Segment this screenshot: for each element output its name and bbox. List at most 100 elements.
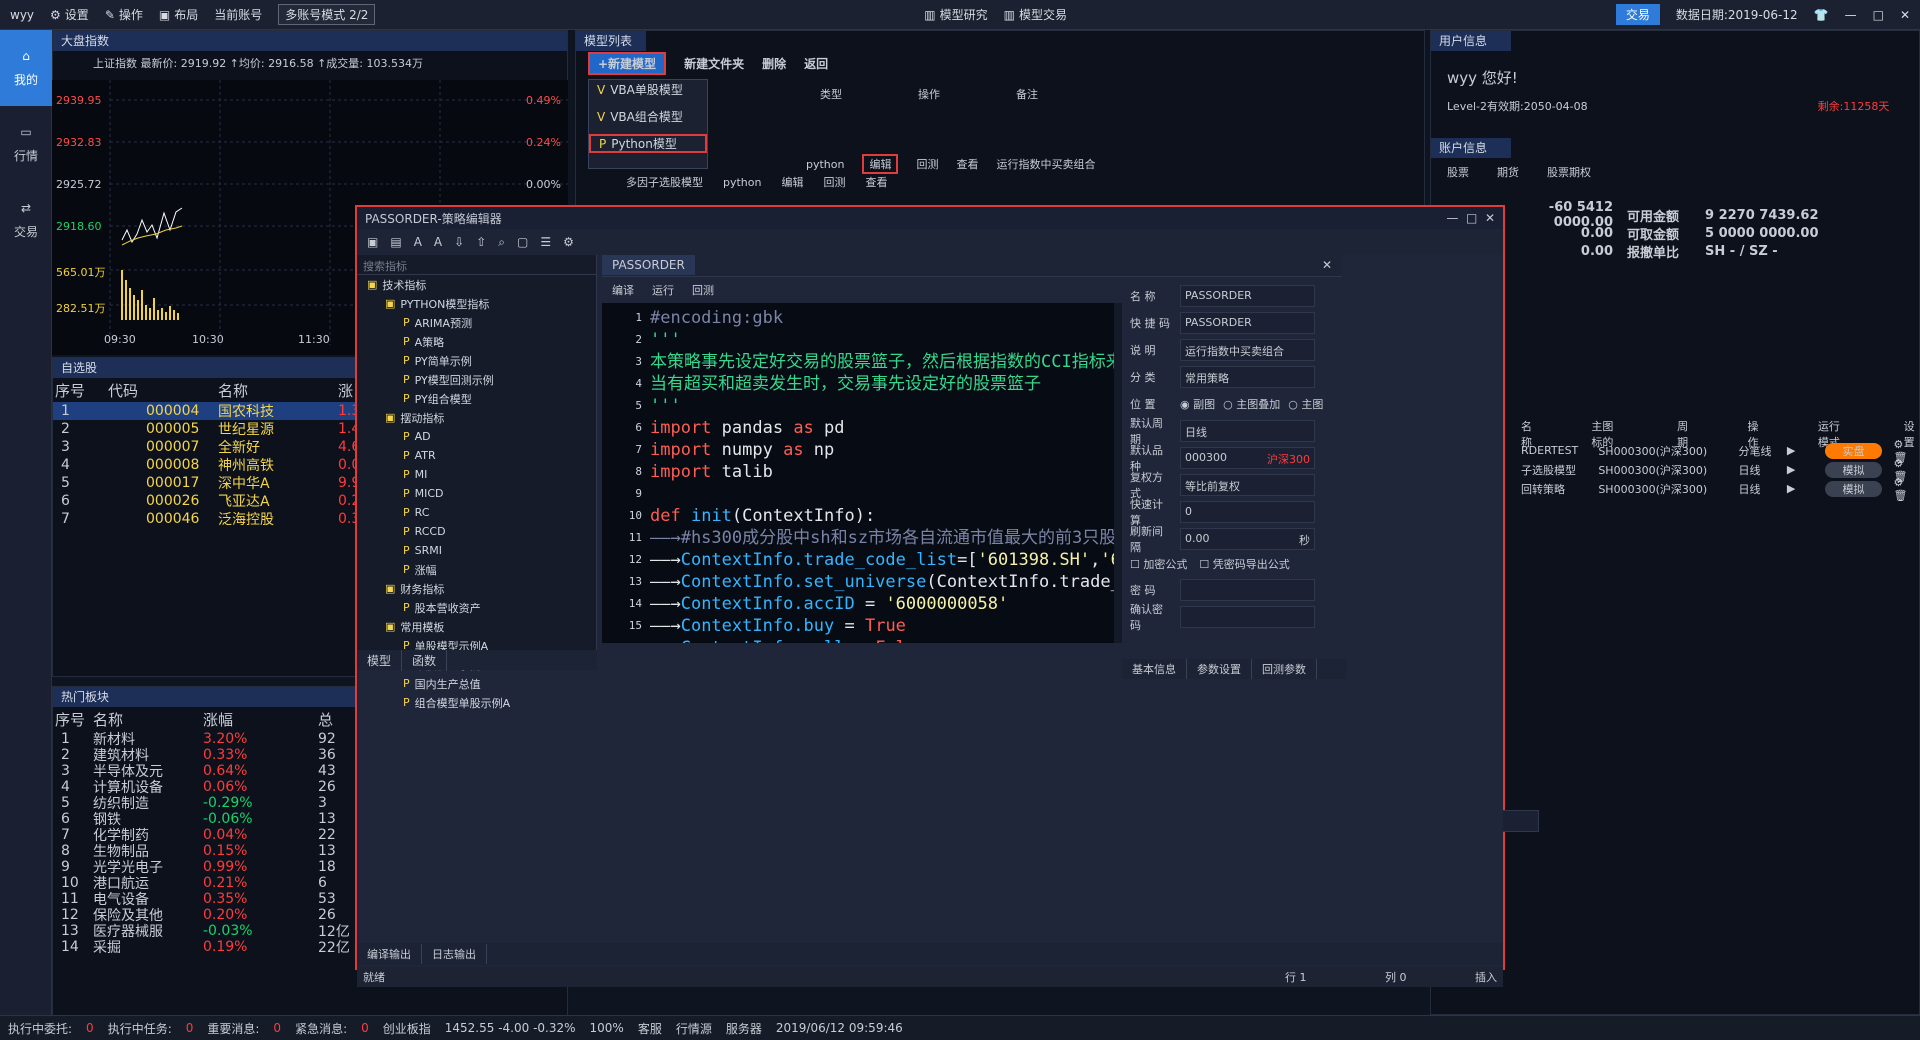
tree-item[interactable]: P MICD <box>357 484 596 503</box>
minimize-icon[interactable]: — <box>1446 211 1458 225</box>
nav-market[interactable]: ▭ 行情 <box>0 106 52 182</box>
svg-text:09:30: 09:30 <box>104 333 136 346</box>
operation-menu[interactable]: ✎ 操作 <box>105 6 143 23</box>
p-icon: P <box>403 335 410 348</box>
backtest-link[interactable]: 回测 <box>916 156 938 172</box>
maximize-icon[interactable]: □ <box>1466 211 1477 225</box>
maximize-icon[interactable]: □ <box>1873 8 1884 22</box>
trade-button[interactable]: 交易 <box>1615 4 1660 25</box>
tree-item[interactable]: P PY简单示例 <box>357 351 596 370</box>
close-icon[interactable]: ✕ <box>1900 8 1910 22</box>
prop-field[interactable]: 等比前复权 <box>1180 473 1315 496</box>
compile-button[interactable]: 编译 <box>612 282 634 298</box>
tree-item[interactable]: P A策略 <box>357 332 596 351</box>
prop-field[interactable]: 常用策略 <box>1180 365 1315 388</box>
settings-menu[interactable]: ⚙ 设置 <box>50 6 89 23</box>
model-list-title: 模型列表 <box>576 31 646 51</box>
model-trading-tab[interactable]: ▥ 模型交易 <box>1004 6 1067 23</box>
current-account-label: 当前账号 <box>214 8 263 22</box>
import-icon[interactable]: ⇩ <box>454 235 464 249</box>
edit-button-highlighted[interactable]: 编辑 <box>862 154 899 174</box>
shirt-icon[interactable]: 👕 <box>1814 8 1829 22</box>
status-bar: 执行中委托: 0 执行中任务: 0 重要消息: 0 紧急消息: 0 创业板指 1452.55 -4… <box>0 1015 1920 1040</box>
tree-item[interactable]: P SRMI <box>357 541 596 560</box>
vba-group-model-item[interactable]: V VBA组合模型 <box>589 107 707 126</box>
close-icon[interactable]: ✕ <box>1485 211 1495 225</box>
left-navigation: ⌂ 我的 ▭ 行情 ⇄ 交易 <box>0 30 52 1015</box>
backtest-button[interactable]: 回测 <box>692 282 714 298</box>
p-icon: P <box>403 487 410 500</box>
market-title: 大盘指数 <box>53 31 567 51</box>
user-info-title: 用户信息 <box>1431 31 1511 51</box>
prop-field[interactable]: PASSORDER <box>1180 284 1315 307</box>
p-icon: P <box>403 449 410 462</box>
svg-text:0.24%: 0.24% <box>526 136 561 149</box>
tree-item[interactable]: P 国内生产总值 <box>357 674 596 693</box>
gear-icon[interactable]: ⚙ <box>563 235 574 249</box>
prop-field[interactable]: 000300 沪深300 <box>1180 446 1315 469</box>
svg-text:2932.83: 2932.83 <box>56 136 102 149</box>
python-model-item[interactable]: P Python模型 <box>589 134 707 153</box>
new-folder-button[interactable]: 新建文件夹 <box>684 55 744 72</box>
svg-text:10:30: 10:30 <box>192 333 224 346</box>
list-icon[interactable]: ☰ <box>540 235 551 249</box>
svg-text:0.49%: 0.49% <box>526 94 561 107</box>
prop-field[interactable]: 0.00 秒 <box>1180 527 1315 550</box>
save-all-icon[interactable]: ▤ <box>390 235 401 249</box>
p-icon: P <box>403 601 410 614</box>
tree-item[interactable]: P 涨幅 <box>357 560 596 579</box>
tree-item[interactable]: P RCCD <box>357 522 596 541</box>
search-input[interactable]: 搜索指标 <box>357 255 596 275</box>
tree-item[interactable]: ▣ PYTHON模型指标 <box>357 294 596 313</box>
delete-button[interactable]: 删除 <box>762 55 786 72</box>
svg-text:0.00%: 0.00% <box>526 178 561 191</box>
p-icon: P <box>403 392 410 405</box>
tree-item[interactable]: P MI <box>357 465 596 484</box>
tree-item[interactable]: P 股本营收资产 <box>357 598 596 617</box>
greeting: wyy 您好! <box>1447 69 1518 87</box>
p-icon: P <box>403 354 410 367</box>
nav-home[interactable]: ⌂ 我的 <box>0 30 52 106</box>
svg-text:2918.60: 2918.60 <box>56 220 102 233</box>
tree-item[interactable]: P ATR <box>357 446 596 465</box>
tree-item[interactable]: ▣ 技术指标 <box>357 275 596 294</box>
folder-icon: ▣ <box>385 620 396 633</box>
tree-item[interactable]: P ARIMA预测 <box>357 313 596 332</box>
prop-field[interactable]: 运行指数中买卖组合 <box>1180 338 1315 361</box>
view-link[interactable]: 查看 <box>956 156 978 172</box>
prop-field[interactable]: PASSORDER <box>1180 311 1315 334</box>
editor-tabbar: PASSORDER ✕ <box>602 255 1342 277</box>
minimize-icon[interactable]: — <box>1845 8 1857 22</box>
properties-panel: 名 称 PASSORDER 快 捷 码 PASSORDER 说 明运行指数中买卖组合分 … <box>1122 282 1347 692</box>
new-model-button[interactable]: +新建模型 <box>588 51 667 75</box>
run-button[interactable]: 运行 <box>652 282 674 298</box>
layout-menu[interactable]: ▣ 布局 <box>159 6 198 23</box>
p-icon: P <box>403 696 410 709</box>
tree-item[interactable]: P 组合模型单股示例A <box>357 693 596 712</box>
tree-item[interactable]: ▣ 摆动指标 <box>357 408 596 427</box>
account-mode-select[interactable]: 多账号模式 2/2 <box>278 4 376 25</box>
tree-item[interactable]: P RC <box>357 503 596 522</box>
tree-item[interactable]: ▣ 常用模板 <box>357 617 596 636</box>
font-up-icon[interactable]: A <box>414 235 422 249</box>
prop-field[interactable]: 0 <box>1180 500 1315 523</box>
font-down-icon[interactable]: A <box>434 235 442 249</box>
back-button[interactable]: 返回 <box>804 55 828 72</box>
tab-close-icon[interactable]: ✕ <box>1312 255 1342 275</box>
svg-text:565.01万: 565.01万 <box>56 266 106 279</box>
tree-item[interactable]: ▣ 财务指标 <box>357 579 596 598</box>
doc-icon[interactable]: ▢ <box>517 235 528 249</box>
passorder-tab[interactable]: PASSORDER <box>602 255 695 275</box>
code-editor[interactable]: 12345678910111213141516171819 #encoding:… <box>602 303 1114 643</box>
find-icon[interactable]: ⌕ <box>498 235 505 250</box>
save-icon[interactable]: ▣ <box>367 235 378 249</box>
prop-field[interactable]: 日线 <box>1180 419 1315 442</box>
svg-text:2939.95: 2939.95 <box>56 94 102 107</box>
nav-trade[interactable]: ⇄ 交易 <box>0 182 52 258</box>
model-research-tab[interactable]: ▥ 模型研究 <box>924 6 987 23</box>
tree-item[interactable]: P PY组合模型 <box>357 389 596 408</box>
tree-item[interactable]: P AD <box>357 427 596 446</box>
export-icon[interactable]: ⇧ <box>476 235 486 249</box>
vba-single-model-item[interactable]: V VBA单股模型 <box>589 80 707 99</box>
tree-item[interactable]: P PY模型回测示例 <box>357 370 596 389</box>
